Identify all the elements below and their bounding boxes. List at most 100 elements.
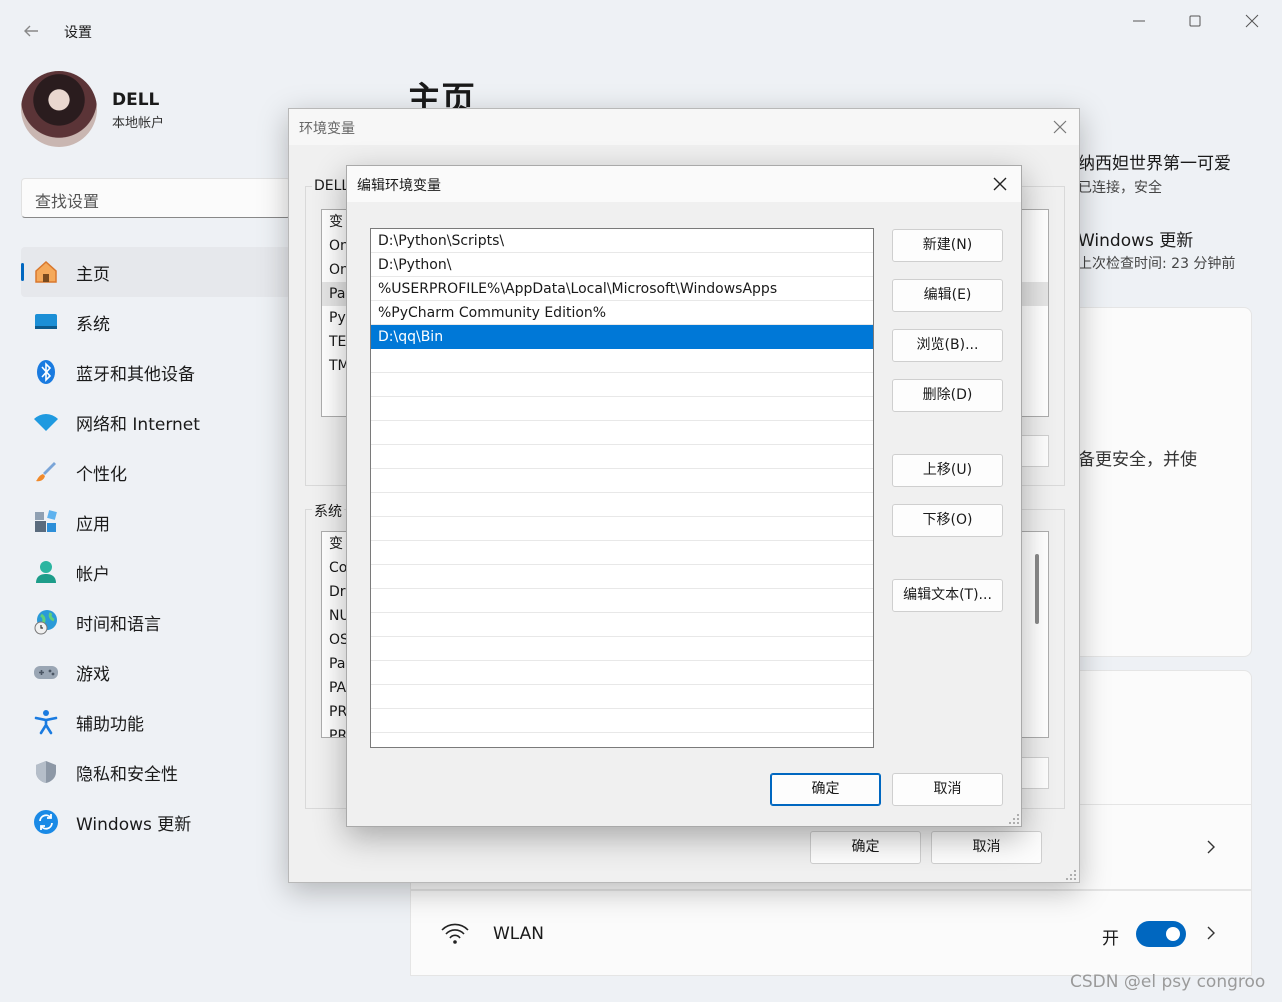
path-item[interactable]: %PyCharm Community Edition% (371, 301, 873, 325)
avatar[interactable] (21, 71, 97, 147)
system-delete-button[interactable] (1021, 757, 1049, 789)
path-item-empty[interactable] (371, 373, 873, 397)
minimize-icon[interactable] (1128, 10, 1150, 32)
wifi-network-name: 纳西妲世界第一可爱 (1078, 154, 1231, 174)
move-down-button[interactable]: 下移(O) (892, 504, 1003, 537)
path-item-empty[interactable] (371, 661, 873, 685)
wlan-icon (441, 923, 469, 944)
path-item-empty[interactable] (371, 493, 873, 517)
windows-update-icon (34, 810, 58, 834)
wlan-state-label: 开 (1102, 929, 1119, 949)
path-item-empty[interactable] (371, 349, 873, 373)
edit-environment-variable-dialog: 编辑环境变量 D:\Python\Scripts\ D:\Python\ %US… (346, 165, 1022, 827)
sidebar-item-label: 个性化 (76, 464, 127, 485)
globe-clock-icon (34, 610, 57, 635)
sidebar-item-privacy[interactable]: 隐私和安全性 (21, 747, 291, 797)
path-item-empty[interactable] (371, 733, 873, 747)
move-up-button[interactable]: 上移(U) (892, 454, 1003, 487)
path-item-empty[interactable] (371, 685, 873, 709)
sidebar-nav: 主页 系统 蓝牙和其他设备 网络和 Internet 个性化 应用 帐户 时间和… (21, 247, 291, 847)
path-item-empty[interactable] (371, 445, 873, 469)
user-account-type: 本地帐户 (112, 116, 165, 131)
edit-text-button[interactable]: 编辑文本(T)... (892, 579, 1003, 612)
path-item[interactable]: D:\Python\ (371, 253, 873, 277)
env-dialog-title: 环境变量 (299, 121, 355, 137)
path-item-empty[interactable] (371, 469, 873, 493)
wifi-status: 已连接，安全 (1078, 180, 1162, 196)
path-item[interactable]: D:\Python\Scripts\ (371, 229, 873, 253)
sidebar-item-label: 系统 (76, 314, 110, 335)
chevron-right-icon[interactable] (1204, 926, 1218, 940)
sidebar-item-system[interactable]: 系统 (21, 297, 291, 347)
sidebar-item-label: 应用 (76, 514, 110, 535)
close-icon[interactable] (1241, 10, 1263, 32)
sidebar-item-network[interactable]: 网络和 Internet (21, 397, 291, 447)
env-ok-button[interactable]: 确定 (810, 831, 921, 864)
bluetooth-icon (37, 360, 55, 384)
sidebar-item-label: 蓝牙和其他设备 (76, 364, 195, 385)
path-item-empty[interactable] (371, 613, 873, 637)
edit-dialog-title: 编辑环境变量 (357, 178, 441, 194)
brush-icon (36, 462, 56, 482)
recommended-card-text: 备更安全，并使 (1078, 450, 1197, 470)
chevron-right-icon[interactable] (1204, 840, 1218, 854)
sidebar-item-label: 隐私和安全性 (76, 764, 178, 785)
sidebar-item-personalization[interactable]: 个性化 (21, 447, 291, 497)
path-item-empty[interactable] (371, 565, 873, 589)
path-item[interactable]: %USERPROFILE%\AppData\Local\Microsoft\Wi… (371, 277, 873, 301)
env-cancel-button[interactable]: 取消 (931, 831, 1042, 864)
update-title[interactable]: Windows 更新 (1078, 226, 1193, 251)
wifi-icon (34, 414, 58, 431)
edit-button[interactable]: 编辑(E) (892, 279, 1003, 312)
resize-grip-icon[interactable] (1008, 813, 1020, 825)
path-item-empty[interactable] (371, 397, 873, 421)
path-list[interactable]: D:\Python\Scripts\ D:\Python\ %USERPROFI… (370, 228, 874, 748)
search-input[interactable]: 查找设置 (21, 178, 291, 218)
sidebar-item-windows-update[interactable]: Windows 更新 (21, 797, 291, 847)
sidebar-item-label: 网络和 Internet (76, 414, 200, 435)
path-item-empty[interactable] (371, 517, 873, 541)
sidebar-item-gaming[interactable]: 游戏 (21, 647, 291, 697)
sidebar-item-home[interactable]: 主页 (21, 247, 291, 297)
sidebar-item-time-language[interactable]: 时间和语言 (21, 597, 291, 647)
account-icon (36, 561, 56, 583)
resize-grip-icon[interactable] (1065, 869, 1077, 881)
edit-titlebar: 编辑环境变量 (347, 166, 1021, 202)
browse-button[interactable]: 浏览(B)... (892, 329, 1003, 362)
user-name: DELL (112, 90, 160, 110)
sidebar-item-accessibility[interactable]: 辅助功能 (21, 697, 291, 747)
ok-button[interactable]: 确定 (770, 773, 881, 806)
path-item-empty[interactable] (371, 709, 873, 733)
gamepad-icon (34, 666, 58, 679)
wlan-toggle[interactable] (1136, 921, 1186, 947)
sidebar-item-label: 游戏 (76, 664, 110, 685)
user-delete-button[interactable] (1021, 435, 1049, 467)
delete-button[interactable]: 删除(D) (892, 379, 1003, 412)
close-icon[interactable] (1051, 118, 1069, 136)
watermark: CSDN @el psy congroo (1070, 972, 1266, 992)
path-item-empty[interactable] (371, 541, 873, 565)
accessibility-icon (34, 710, 58, 735)
update-status: 上次检查时间: 23 分钟前 (1078, 256, 1236, 272)
scrollbar[interactable] (1035, 554, 1039, 624)
env-titlebar: 环境变量 (289, 109, 1079, 145)
path-item-empty[interactable] (371, 637, 873, 661)
close-icon[interactable] (990, 174, 1010, 194)
maximize-icon[interactable] (1184, 10, 1206, 32)
path-item-empty[interactable] (371, 421, 873, 445)
sidebar-item-apps[interactable]: 应用 (21, 497, 291, 547)
new-button[interactable]: 新建(N) (892, 229, 1003, 262)
sidebar-item-label: 时间和语言 (76, 614, 161, 635)
sidebar-item-accounts[interactable]: 帐户 (21, 547, 291, 597)
sidebar-item-label: 辅助功能 (76, 714, 144, 735)
cancel-button[interactable]: 取消 (892, 773, 1003, 806)
home-icon (35, 260, 57, 283)
wlan-label: WLAN (493, 924, 545, 944)
system-variables-label: 系统 (312, 501, 344, 521)
back-arrow-icon[interactable] (22, 22, 40, 40)
path-item-empty[interactable] (371, 589, 873, 613)
sidebar-item-label: 帐户 (76, 564, 110, 585)
sidebar-item-bluetooth[interactable]: 蓝牙和其他设备 (21, 347, 291, 397)
sidebar-item-label: Windows 更新 (76, 814, 192, 835)
path-item-selected[interactable]: D:\qq\Bin (371, 325, 873, 349)
